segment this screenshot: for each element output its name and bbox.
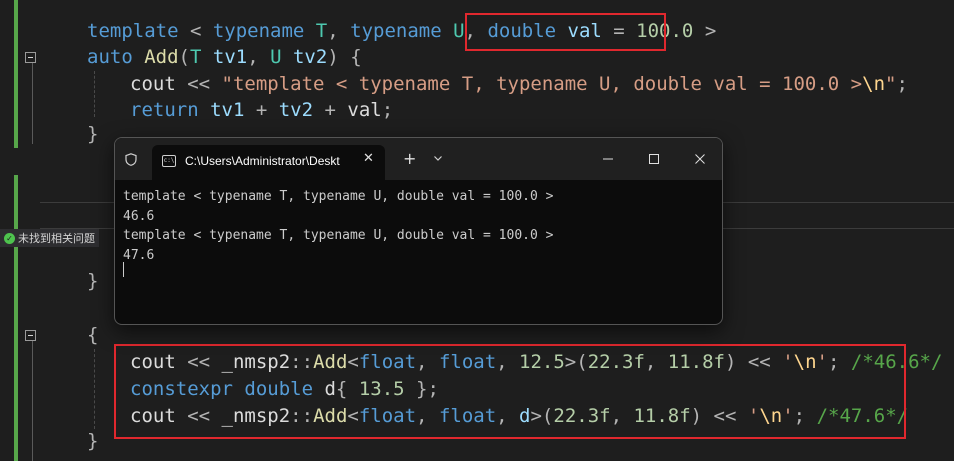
code-token: ( [178,46,190,68]
code-token: ; [896,73,908,95]
code-line[interactable]: auto Add(T tv1, U tv2) { [87,44,362,70]
code-token: tv1 [198,99,245,121]
output-line: 46.6 [123,208,155,224]
code-line[interactable]: } [87,268,98,294]
text-cursor [123,262,124,277]
code-token: + [313,99,348,121]
code-token: T [189,46,202,68]
code-token: ) { [327,46,362,68]
code-token: Add [132,46,179,68]
collapse-toggle-icon[interactable] [25,52,36,63]
indent-guide [94,349,95,429]
highlight-box [114,344,906,439]
shield-icon[interactable] [125,153,137,166]
code-token: < [178,20,213,42]
change-indicator [14,0,18,148]
terminal-titlebar[interactable]: c:\ C:\Users\Administrator\Deskt ✕ + [115,138,722,180]
code-token: + [244,99,279,121]
code-token: \n [862,73,886,95]
code-token: cout [130,73,176,95]
maximize-icon[interactable] [644,149,664,169]
code-token: tv1 [201,46,248,68]
code-token: } [87,270,99,292]
code-token: ; [381,99,394,121]
close-icon[interactable] [690,149,710,169]
code-token: , [327,20,351,42]
code-token: auto [87,46,133,68]
code-line[interactable]: return tv1 + tv2 + val; [130,97,393,123]
terminal-window[interactable]: c:\ C:\Users\Administrator\Deskt ✕ + tem… [114,137,723,325]
fold-guide [32,340,33,461]
code-token: T [304,20,328,42]
code-line[interactable]: } [87,121,98,147]
code-line[interactable]: { [87,322,98,348]
code-token: tv2 [278,99,314,121]
plus-icon[interactable]: + [403,149,416,168]
output-line: 47.6 [123,247,155,263]
code-token: typename [212,20,305,42]
collapse-toggle-icon[interactable] [25,330,36,341]
indent-guide [94,71,95,117]
code-token: , [247,46,271,68]
code-token: val [347,99,382,121]
code-line[interactable]: } [87,428,98,454]
output-line: template < typename T, typename U, doubl… [123,189,554,204]
change-indicator [14,175,18,461]
chevron-down-icon[interactable] [433,153,443,163]
console-icon: c:\ [162,155,176,167]
close-icon[interactable]: ✕ [363,151,374,166]
code-token: U [441,20,465,42]
terminal-tab[interactable]: c:\ C:\Users\Administrator\Deskt ✕ [152,145,385,180]
code-token: tv2 [281,46,328,68]
tab-title: C:\Users\Administrator\Deskt [185,154,340,168]
code-token: > [693,20,717,42]
highlight-box [465,13,666,51]
issues-indicator[interactable]: ✓ 未找到相关问题 [0,229,99,247]
code-token: " [885,73,897,95]
code-token: typename [350,20,442,42]
code-token: "template < typename T, typename U, doub… [221,73,863,95]
issues-label: 未找到相关问题 [18,233,95,245]
code-token: } [87,430,99,452]
code-token: { [87,324,99,346]
check-icon: ✓ [4,232,15,244]
code-line[interactable]: cout << "template < typename T, typename… [130,71,908,97]
code-token: template [87,20,179,42]
code-token: U [270,46,282,68]
terminal-output[interactable]: template < typename T, typename U, doubl… [123,187,553,265]
output-line: template < typename T, typename U, doubl… [123,228,554,243]
code-token: return [130,99,199,121]
code-token: } [87,123,99,145]
fold-guide [32,62,33,144]
code-token: << [175,73,222,95]
minimize-icon[interactable] [598,149,618,169]
